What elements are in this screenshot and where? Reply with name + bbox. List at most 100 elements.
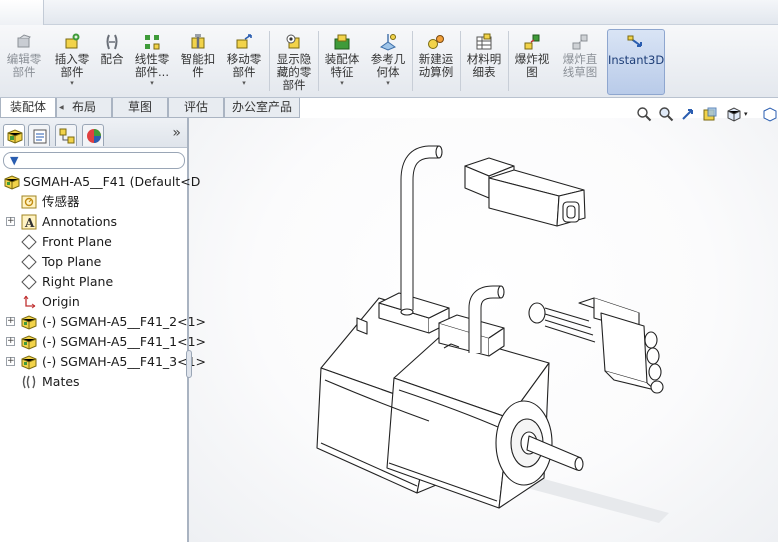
chevron-down-icon[interactable]: ▾ — [366, 79, 410, 87]
instant3d-button[interactable]: Instant3D — [607, 29, 665, 95]
expand-toggle[interactable]: + — [6, 317, 15, 326]
zoom-to-area-icon[interactable] — [658, 106, 674, 122]
reference-geometry-button[interactable]: 参考几 何体 ▾ — [366, 29, 410, 95]
explode-line-sketch-icon — [572, 34, 588, 50]
move-component-button[interactable]: 移动零 部件 ▾ — [222, 29, 266, 95]
tree-item-label: (-) SGMAH-A5__F41_1<1> — [42, 334, 207, 349]
chevron-down-icon[interactable]: ▾ — [50, 79, 94, 87]
mate-icon — [106, 34, 118, 50]
document-tab[interactable] — [0, 0, 44, 25]
expand-toggle[interactable]: + — [6, 337, 15, 346]
view-orientation-icon[interactable] — [726, 106, 742, 122]
tab-configuration-manager[interactable] — [55, 124, 77, 146]
insert-components-button[interactable]: 插入零 部件 ▾ — [50, 29, 94, 95]
ribbon-separator — [508, 31, 509, 91]
subassembly-icon — [21, 335, 37, 350]
assembly-icon — [4, 175, 20, 190]
ribbon-separator — [318, 31, 319, 91]
tree-item-top-plane[interactable]: Top Plane — [0, 252, 187, 272]
tab-office-products[interactable]: 办公室产品 — [224, 98, 300, 118]
tab-sketch-label: 草图 — [127, 100, 152, 114]
mate-button[interactable]: 配合 — [96, 29, 128, 95]
new-motion-study-label: 新建运 动算例 — [418, 52, 454, 79]
tree-root-assembly[interactable]: SGMAH-A5__F41 (Default<D — [0, 172, 200, 192]
tab-assembly[interactable]: 装配体 — [0, 98, 56, 118]
tree-item-mates[interactable]: Mates — [0, 372, 187, 392]
panel-splitter-handle[interactable] — [186, 350, 192, 378]
previous-view-icon[interactable] — [680, 106, 696, 122]
zoom-to-fit-icon[interactable] — [636, 106, 652, 122]
collapse-panel-icon[interactable]: » — [172, 125, 181, 141]
tab-property-manager[interactable] — [28, 124, 50, 146]
tab-layout[interactable]: ◀ 布局 — [56, 98, 112, 118]
plane-icon — [21, 254, 37, 270]
graphics-area[interactable] — [189, 118, 778, 542]
tree-item-label: Right Plane — [42, 274, 114, 289]
tree-item-origin[interactable]: Origin — [0, 292, 187, 312]
instant3d-label: Instant3D — [608, 53, 665, 67]
mate-label: 配合 — [100, 52, 124, 66]
tree-filter-input[interactable]: ▼ — [3, 152, 185, 169]
subassembly-icon — [21, 315, 37, 330]
tab-feature-manager[interactable] — [3, 124, 25, 146]
edit-component-button[interactable]: 编辑零 部件 — [2, 29, 46, 95]
tab-arrow-icon: ◀ — [59, 104, 64, 111]
command-manager-tabs: 装配体 ◀ 布局 草图 评估 办公室产品 — [0, 98, 300, 118]
plane-icon — [21, 274, 37, 290]
smart-fasteners-label: 智能扣 件 — [180, 52, 216, 79]
tree-item-front-plane[interactable]: Front Plane — [0, 232, 187, 252]
motor-assembly-3d-view — [316, 145, 669, 523]
insert-component-icon — [65, 33, 80, 49]
bill-of-materials-icon — [476, 33, 492, 50]
expand-toggle[interactable]: + — [6, 357, 15, 366]
tab-evaluate-label: 评估 — [183, 100, 208, 114]
tree-root-label: SGMAH-A5__F41 (Default<D — [23, 174, 201, 189]
chevron-down-icon[interactable]: ▾ — [222, 79, 266, 87]
tree-item-subassembly[interactable]: + (-) SGMAH-A5__F41_3<1> — [0, 352, 206, 372]
plane-icon — [21, 234, 37, 250]
tree-item-subassembly[interactable]: + (-) SGMAH-A5__F41_1<1> — [0, 332, 206, 352]
command-manager-ribbon: 编辑零 部件 插入零 部件 ▾ 配合 线性零 部件... ▾ 智能扣 件 移动零… — [0, 25, 778, 98]
edit-component-icon — [17, 34, 31, 48]
expand-toggle[interactable]: + — [6, 217, 15, 226]
display-style-icon[interactable] — [762, 106, 778, 122]
explode-line-sketch-button[interactable]: 爆炸直 线草图 — [556, 29, 604, 95]
edit-component-label: 编辑零 部件 — [6, 52, 42, 79]
assembly-features-button[interactable]: 装配体 特征 ▾ — [320, 29, 364, 95]
tree-item-right-plane[interactable]: Right Plane — [0, 272, 187, 292]
chevron-down-icon[interactable]: ▾ — [130, 79, 174, 87]
new-motion-study-icon — [428, 35, 444, 49]
tree-item-label: Top Plane — [42, 254, 102, 269]
smart-fasteners-icon — [191, 34, 205, 49]
tree-item-annotations[interactable]: + A Annotations — [0, 212, 187, 232]
tab-evaluate[interactable]: 评估 — [168, 98, 224, 118]
bill-of-materials-button[interactable]: 材料明 细表 — [462, 29, 506, 95]
tree-item-subassembly[interactable]: + (-) SGMAH-A5__F41_2<1> — [0, 312, 206, 332]
feature-manager-panel: » ▼ SGMAH-A5__F41 (Default<D 传感器 + A Ann… — [0, 118, 206, 542]
tab-sketch[interactable]: 草图 — [112, 98, 168, 118]
smart-fasteners-button[interactable]: 智能扣 件 — [176, 29, 220, 95]
exploded-view-icon — [524, 34, 540, 50]
subassembly-icon — [21, 355, 37, 370]
chevron-down-icon[interactable]: ▾ — [320, 79, 364, 87]
explode-line-sketch-label: 爆炸直 线草图 — [562, 52, 598, 79]
title-strip — [0, 0, 778, 25]
ribbon-separator — [412, 31, 413, 91]
tree-item-label: (-) SGMAH-A5__F41_3<1> — [42, 354, 207, 369]
tree-item-sensors[interactable]: 传感器 — [0, 192, 187, 212]
panel-tabs: » — [0, 118, 187, 148]
show-hidden-components-button[interactable]: 显示隐 藏的零 部件 — [272, 29, 316, 95]
exploded-view-label: 爆炸视 图 — [514, 52, 550, 79]
tab-assembly-label: 装配体 — [9, 100, 46, 114]
assembly-features-icon — [334, 34, 350, 50]
tab-display-manager[interactable] — [82, 124, 104, 146]
instant3d-icon — [627, 35, 642, 47]
section-view-icon[interactable] — [702, 106, 718, 122]
reference-geometry-icon — [379, 34, 397, 51]
tab-office-products-label: 办公室产品 — [231, 100, 292, 114]
tree-item-label: 传感器 — [42, 194, 80, 209]
exploded-view-button[interactable]: 爆炸视 图 — [510, 29, 554, 95]
new-motion-study-button[interactable]: 新建运 动算例 — [414, 29, 458, 95]
linear-pattern-button[interactable]: 线性零 部件... ▾ — [130, 29, 174, 95]
chevron-down-icon[interactable]: ▾ — [744, 106, 752, 122]
